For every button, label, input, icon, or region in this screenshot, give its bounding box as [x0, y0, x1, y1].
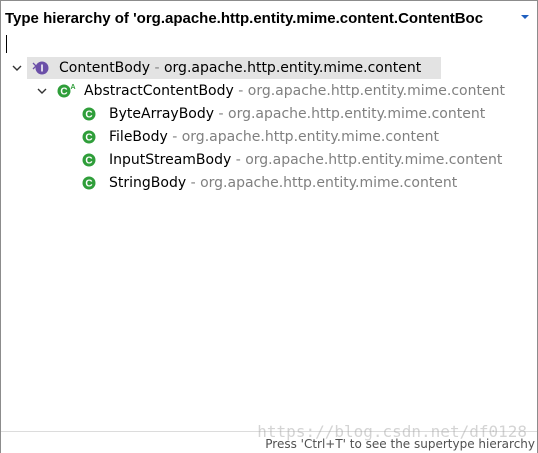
package-name: org.apache.http.entity.mime.content [181, 129, 439, 145]
package-name: org.apache.http.entity.mime.content [163, 60, 422, 76]
expand-chevron-icon[interactable] [11, 62, 23, 74]
svg-text:A: A [70, 84, 75, 91]
tree-node-label: FileBody - org.apache.http.entity.mime.c… [109, 129, 439, 145]
class-icon: C [82, 130, 96, 144]
filter-input[interactable] [3, 35, 535, 55]
abstract-class-icon: C A [57, 84, 76, 98]
tree-node-inputstreambody[interactable]: C InputStreamBody - org.apache.http.enti… [1, 149, 537, 171]
package-name: org.apache.http.entity.mime.content [247, 83, 505, 99]
svg-text:C: C [85, 133, 92, 144]
interface-icon: I [32, 61, 49, 75]
status-bar: Press 'Ctrl+T' to see the supertype hier… [1, 431, 537, 453]
package-name: org.apache.http.entity.mime.content [245, 152, 503, 168]
tree-node-label: ByteArrayBody - org.apache.http.entity.m… [109, 106, 485, 122]
type-hierarchy-popup: Type hierarchy of 'org.apache.http.entit… [0, 0, 538, 453]
name-separator: - [233, 83, 248, 99]
tree-node-bytearraybody[interactable]: C ByteArrayBody - org.apache.http.entity… [1, 103, 537, 125]
tree-node-filebody[interactable]: C FileBody - org.apache.http.entity.mime… [1, 126, 537, 148]
type-name: ByteArrayBody [109, 106, 215, 122]
svg-text:I: I [41, 64, 44, 75]
tree-node-stringbody[interactable]: C StringBody - org.apache.http.entity.mi… [1, 172, 537, 194]
popup-titlebar: Type hierarchy of 'org.apache.http.entit… [1, 1, 537, 33]
svg-text:C: C [60, 87, 67, 98]
name-separator: - [214, 106, 228, 122]
name-separator: - [150, 60, 164, 76]
tree-node-contentbody[interactable]: I ContentBody - org.apache.http.entity.m… [1, 57, 537, 79]
chevron-down-icon[interactable] [519, 12, 531, 22]
name-separator: - [167, 129, 182, 145]
expand-chevron-icon[interactable] [36, 85, 48, 97]
package-name: org.apache.http.entity.mime.content [228, 106, 486, 122]
svg-text:C: C [85, 110, 92, 121]
type-name: FileBody [109, 129, 168, 145]
class-icon: C [82, 107, 96, 121]
tree-node-label: ContentBody - org.apache.http.entity.mim… [59, 60, 421, 76]
svg-text:C: C [85, 156, 92, 167]
tree-node-label: InputStreamBody - org.apache.http.entity… [109, 152, 502, 168]
type-name: InputStreamBody [109, 152, 232, 168]
class-icon: C [82, 176, 96, 190]
class-icon: C [82, 153, 96, 167]
type-name: ContentBody [59, 60, 151, 76]
popup-title: Type hierarchy of 'org.apache.http.entit… [5, 10, 484, 27]
svg-text:C: C [85, 179, 92, 190]
package-name: org.apache.http.entity.mime.content [200, 175, 458, 191]
status-hint: Press 'Ctrl+T' to see the supertype hier… [265, 437, 535, 451]
type-name: StringBody [109, 175, 187, 191]
text-caret [6, 35, 7, 53]
name-separator: - [231, 152, 246, 168]
name-separator: - [186, 175, 201, 191]
hierarchy-tree[interactable]: I ContentBody - org.apache.http.entity.m… [1, 57, 537, 431]
tree-node-label: AbstractContentBody - org.apache.http.en… [84, 83, 505, 99]
tree-node-abstractcontentbody[interactable]: C A AbstractContentBody - org.apache.htt… [1, 80, 537, 102]
tree-node-label: StringBody - org.apache.http.entity.mime… [109, 175, 457, 191]
type-name: AbstractContentBody [84, 83, 234, 99]
